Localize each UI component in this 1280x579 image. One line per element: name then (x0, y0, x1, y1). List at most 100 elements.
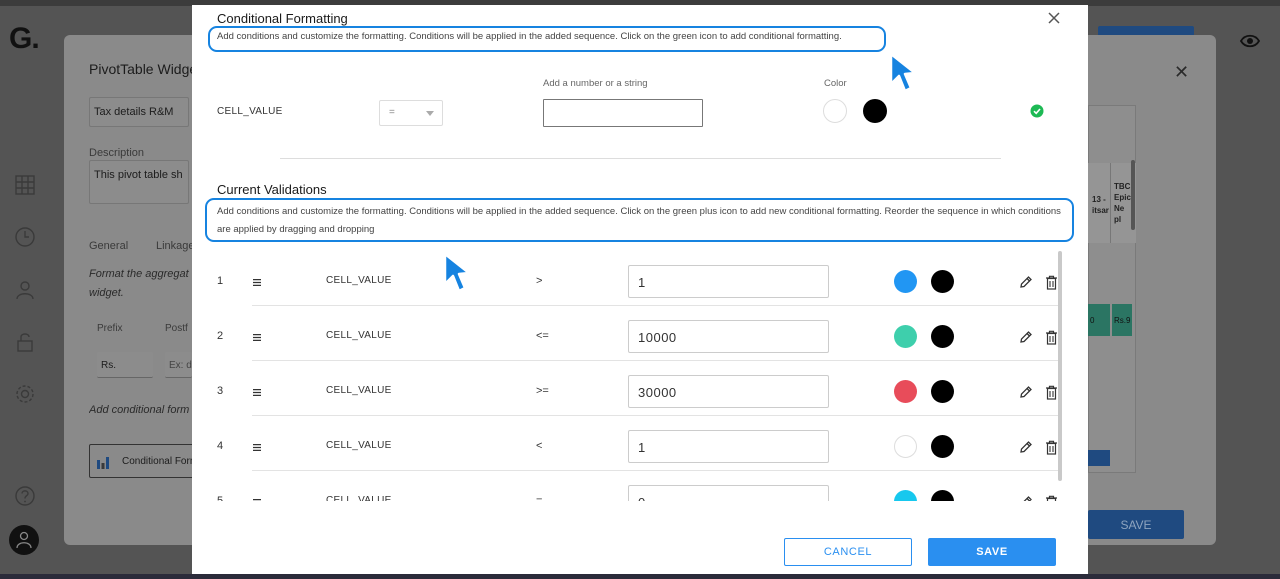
row-operator: < (536, 440, 543, 452)
operator-select[interactable]: = (379, 100, 443, 126)
edit-icon[interactable] (1019, 275, 1033, 289)
drag-handle-icon[interactable] (253, 444, 261, 451)
app-logo: G. (9, 22, 40, 55)
grid-icon (15, 175, 35, 195)
row-column: CELL_VALUE (326, 440, 392, 451)
cancel-button[interactable]: CANCEL (784, 538, 912, 566)
row-operator: >= (536, 385, 549, 397)
row-operator: <= (536, 330, 549, 342)
row-index: 1 (217, 275, 224, 287)
modal-title: Conditional Formatting (217, 11, 348, 26)
row-operator: = (536, 495, 543, 501)
section-divider (280, 158, 1001, 159)
tab-general: General (89, 240, 129, 252)
row-column: CELL_VALUE (326, 330, 392, 341)
users-icon (16, 281, 34, 300)
row-operator: > (536, 275, 543, 287)
row-value: 1 (628, 430, 829, 463)
row-value: 1 (628, 265, 829, 298)
drag-handle-icon[interactable] (253, 499, 261, 501)
text-color-swatch[interactable] (863, 99, 887, 123)
row-index: 3 (217, 385, 224, 397)
pivot-cell: Rs.9 (1112, 304, 1132, 336)
check-circle-icon[interactable] (1030, 104, 1044, 118)
close-icon[interactable] (1046, 10, 1062, 26)
current-validations-title: Current Validations (217, 182, 327, 197)
row-column: CELL_VALUE (326, 275, 392, 286)
description-field: This pivot table sh (89, 160, 189, 204)
background-close-icon: ✕ (1174, 62, 1190, 82)
avatar (9, 525, 39, 555)
row-value: 30000 (628, 375, 829, 408)
row-column: CELL_VALUE (326, 385, 392, 396)
conditional-formatting-modal: Conditional Formatting Add conditions an… (192, 5, 1088, 574)
row-background-color (894, 435, 917, 458)
color-label: Color (824, 78, 847, 89)
value-label: Add a number or a string (543, 78, 648, 89)
save-button[interactable]: SAVE (928, 538, 1056, 566)
settings-icon (16, 385, 34, 403)
widget-name-field: Tax details R&M (89, 97, 189, 127)
conditional-formatting-button-label: Conditional Form (122, 456, 199, 467)
lock-icon (17, 333, 33, 352)
pivot-scrollbar (1131, 160, 1135, 230)
drag-handle-icon[interactable] (253, 279, 261, 286)
clock-icon (15, 227, 35, 247)
add-conditional-text: Add conditional form (89, 404, 190, 416)
row-index: 2 (217, 330, 224, 342)
pivot-preview (1088, 105, 1136, 473)
validation-list: 1 CELL_VALUE >1 2 CELL_VALUE <= 10000 3 CELL_VAL… (192, 251, 1088, 501)
scrollbar[interactable] (1058, 251, 1062, 481)
add-column-label: CELL_VALUE (217, 106, 283, 117)
trash-icon[interactable] (1045, 385, 1058, 400)
postfix-label: Postf (165, 323, 188, 334)
operator-select-value: = (389, 107, 395, 118)
background-color-swatch[interactable] (823, 99, 847, 123)
edit-icon[interactable] (1019, 330, 1033, 344)
bar-chart-icon (97, 457, 109, 469)
row-text-color (931, 435, 954, 458)
validation-row[interactable]: 4 CELL_VALUE <1 (192, 416, 1088, 471)
value-input[interactable] (543, 99, 703, 127)
row-background-color (894, 380, 917, 403)
edit-icon[interactable] (1019, 385, 1033, 399)
row-text-color (931, 380, 954, 403)
edit-icon[interactable] (1019, 495, 1033, 501)
trash-icon[interactable] (1045, 275, 1058, 290)
trash-icon[interactable] (1045, 495, 1058, 501)
validation-row[interactable]: 3 CELL_VALUE >= 30000 (192, 361, 1088, 416)
row-background-color (894, 325, 917, 348)
prefix-label: Prefix (97, 323, 123, 334)
help-icon (15, 486, 35, 506)
tab-linkage: Linkage (156, 240, 195, 252)
row-value: 0 (628, 485, 829, 501)
trash-icon[interactable] (1045, 440, 1058, 455)
pointer-cursor-icon (889, 52, 917, 93)
validation-row[interactable]: 5 CELL_VALUE = 0 (192, 471, 1088, 501)
row-text-color (931, 270, 954, 293)
row-index: 5 (217, 495, 224, 501)
background-save-button: SAVE (1088, 510, 1184, 539)
row-index: 4 (217, 440, 224, 452)
row-column: CELL_VALUE (326, 495, 392, 501)
conditional-formatting-button: Conditional Form (89, 444, 199, 478)
pivot-cell: 0 (1088, 304, 1110, 336)
edit-icon[interactable] (1019, 440, 1033, 454)
highlight-box (205, 198, 1074, 242)
description-label: Description (89, 147, 145, 159)
validation-row[interactable]: 2 CELL_VALUE <= 10000 (192, 306, 1088, 361)
row-background-color (894, 490, 917, 501)
row-background-color (894, 270, 917, 293)
drag-handle-icon[interactable] (253, 334, 261, 341)
validation-row[interactable]: 1 CELL_VALUE >1 (192, 251, 1088, 306)
postfix-field: Ex: d (165, 352, 192, 378)
pivot-column-header: 13 - itsar (1092, 195, 1109, 215)
trash-icon[interactable] (1045, 330, 1058, 345)
prefix-field: Rs. (97, 352, 153, 378)
row-value: 10000 (628, 320, 829, 353)
pivot-widget-title: PivotTable Widget (89, 61, 202, 77)
highlight-box (208, 26, 886, 52)
drag-handle-icon[interactable] (253, 389, 261, 396)
chevron-down-icon (426, 111, 434, 116)
format-description: Format the aggregat widget. (89, 268, 189, 299)
